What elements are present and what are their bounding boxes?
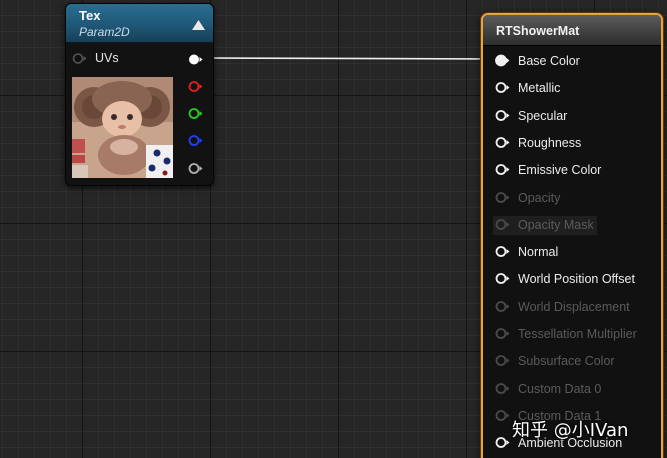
input-pin-row[interactable]: Normal xyxy=(495,244,655,262)
input-pin-label: Custom Data 0 xyxy=(518,381,602,396)
input-pin-icon[interactable] xyxy=(495,272,510,285)
input-pin-label: Tessellation Multiplier xyxy=(518,327,637,341)
blue-output-pin-icon[interactable] xyxy=(188,134,203,146)
input-pin-label: Specular xyxy=(518,108,568,123)
node-subtitle: Param2D xyxy=(79,25,130,39)
input-pin-row[interactable]: World Position Offset xyxy=(495,271,655,289)
input-pin-row[interactable]: Opacity Mask xyxy=(493,215,655,235)
input-pin-icon[interactable] xyxy=(495,327,510,340)
collapse-arrow-icon[interactable] xyxy=(192,17,205,30)
input-pin-label: Opacity xyxy=(518,190,561,205)
rgb-output-pin-icon[interactable] xyxy=(188,53,203,65)
input-pin-icon[interactable] xyxy=(495,436,510,449)
red-output-pin-icon[interactable] xyxy=(188,80,203,92)
input-pin-label: Emissive Color xyxy=(518,163,602,178)
texture-parameter-node[interactable]: Tex Param2D UVs xyxy=(65,3,214,186)
input-pin-icon[interactable] xyxy=(495,354,510,367)
node-title: RTShowerMat xyxy=(496,24,580,38)
uvs-input-pin-icon[interactable] xyxy=(72,52,87,65)
input-pin-icon[interactable] xyxy=(495,300,510,313)
input-pin-row[interactable]: Metallic xyxy=(495,80,655,98)
node-header[interactable]: RTShowerMat xyxy=(483,15,661,46)
input-pin-label: Subsurface Color xyxy=(518,354,615,369)
input-pin-icon[interactable] xyxy=(495,191,510,204)
input-pin-row[interactable]: Roughness xyxy=(495,135,655,153)
input-pin-label: Opacity Mask xyxy=(518,217,594,232)
green-output-pin-icon[interactable] xyxy=(188,107,203,119)
input-pin-icon[interactable] xyxy=(495,218,510,231)
input-pin-icon[interactable] xyxy=(495,245,510,258)
texture-preview-thumbnail xyxy=(72,77,173,178)
alpha-output-pin-icon[interactable] xyxy=(188,162,203,174)
input-pin-icon[interactable] xyxy=(495,54,510,67)
input-pin-row[interactable]: World Displacement xyxy=(495,299,655,317)
material-result-node[interactable]: RTShowerMat Base Color Metallic Specular Ro… xyxy=(481,13,663,458)
node-title: Tex xyxy=(79,8,101,23)
input-pin-label: Metallic xyxy=(518,81,561,96)
input-pin-row[interactable]: Subsurface Color xyxy=(495,353,655,371)
input-pin-row[interactable]: Opacity xyxy=(495,190,655,208)
input-pin-icon[interactable] xyxy=(495,81,510,94)
input-pin-row[interactable]: Custom Data 0 xyxy=(495,381,655,399)
input-pin-icon[interactable] xyxy=(495,382,510,395)
input-pin-label: World Displacement xyxy=(518,299,630,314)
input-pin-label: World Position Offset xyxy=(518,272,635,287)
input-pin-icon[interactable] xyxy=(495,163,510,176)
input-pin-label: Base Color xyxy=(518,54,580,68)
input-pin-icon[interactable] xyxy=(495,109,510,122)
input-pin-row[interactable]: Base Color xyxy=(495,53,655,71)
input-pin-row[interactable]: Specular xyxy=(495,108,655,126)
uvs-label: UVs xyxy=(95,51,119,65)
input-pin-icon[interactable] xyxy=(495,409,510,422)
node-header[interactable]: Tex Param2D xyxy=(66,4,213,43)
input-pin-row[interactable]: Emissive Color xyxy=(495,162,655,180)
input-pin-row[interactable]: Tessellation Multiplier xyxy=(495,326,655,344)
input-pin-label: Normal xyxy=(518,245,559,260)
input-pin-icon[interactable] xyxy=(495,136,510,149)
input-pin-label: Roughness xyxy=(518,135,582,150)
watermark: 知乎 @小IVan xyxy=(512,420,629,441)
